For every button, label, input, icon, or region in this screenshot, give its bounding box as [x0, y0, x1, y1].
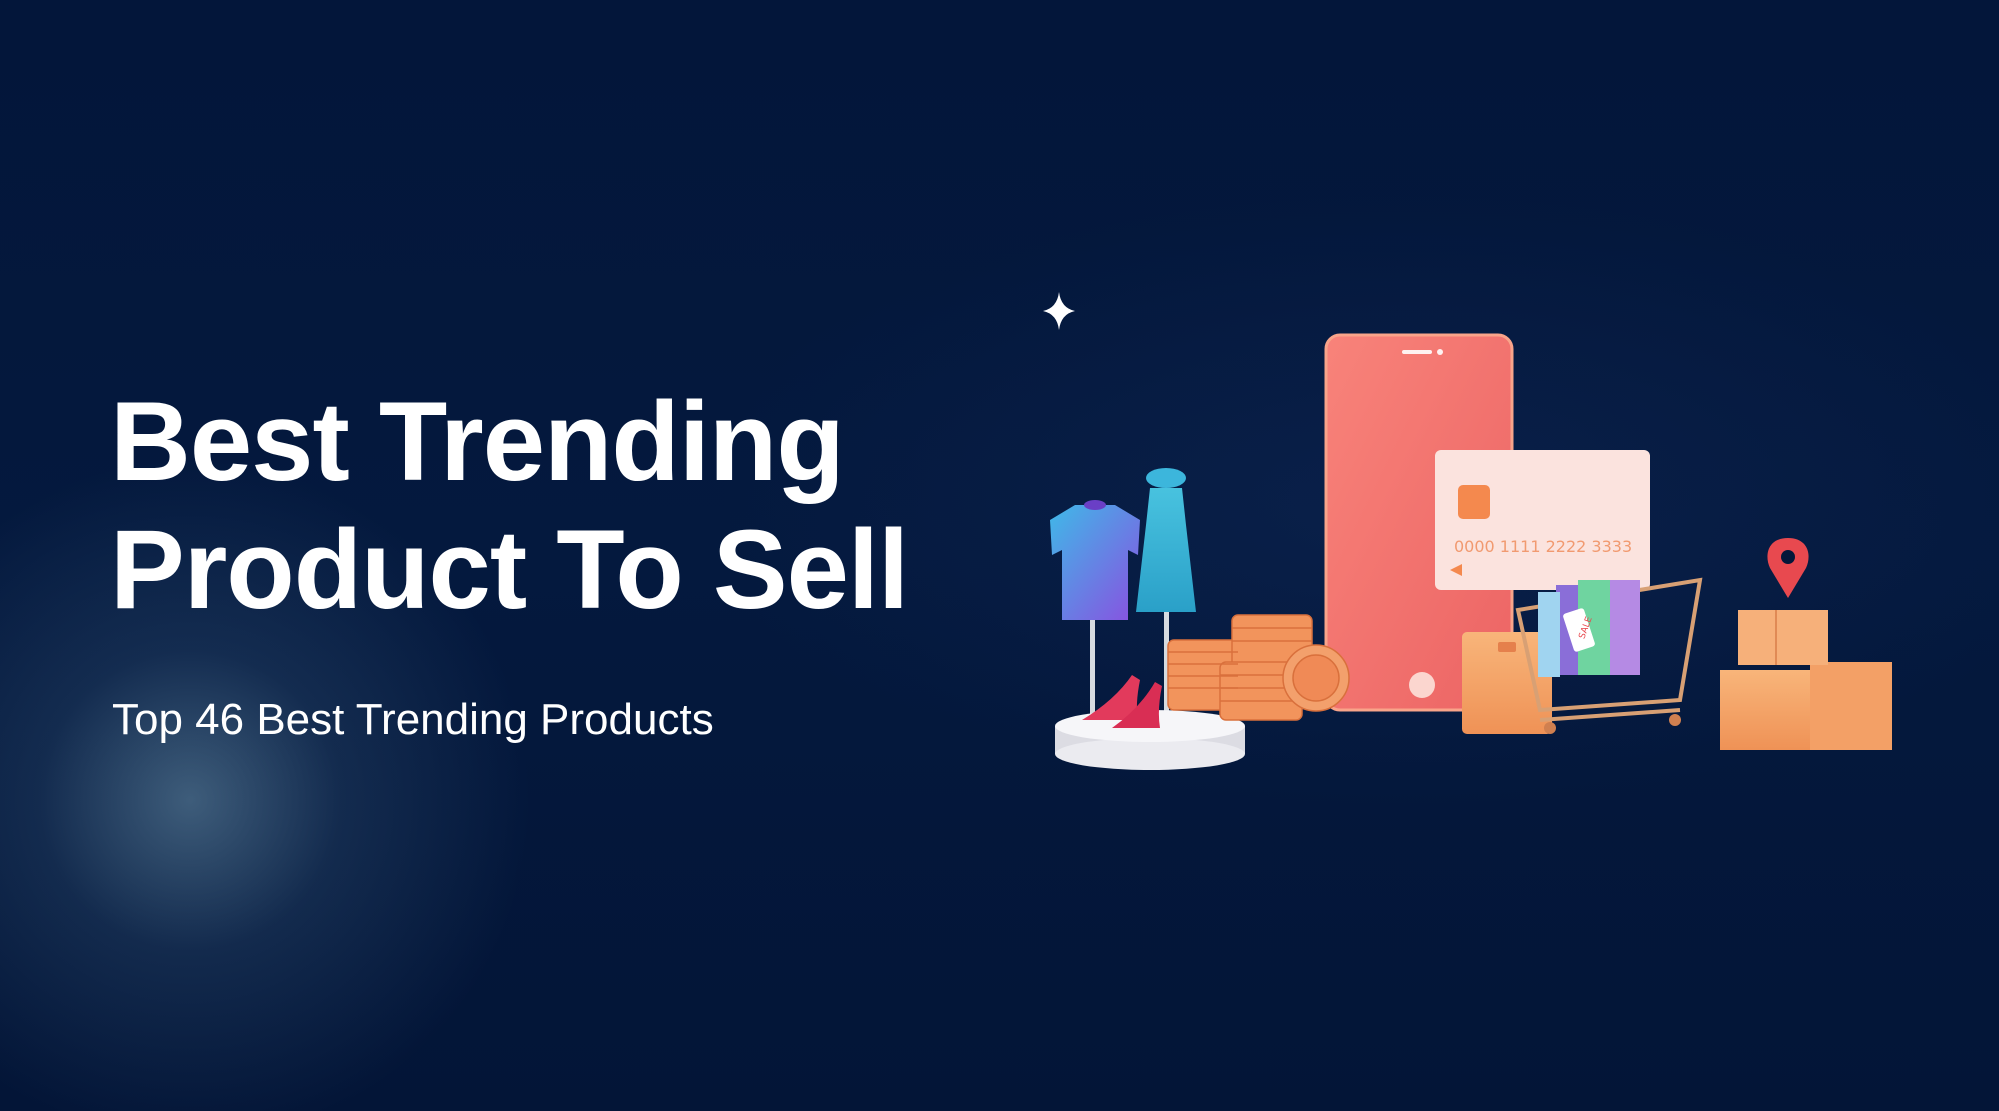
sparkle-icon — [1043, 292, 1075, 330]
ecommerce-illustration: 0000 1111 2222 3333 SALE — [1043, 292, 1892, 770]
credit-card: 0000 1111 2222 3333 — [1435, 450, 1650, 590]
hero-title-line-2: Product To Sell — [110, 507, 909, 632]
hero-title: Best Trending Product To Sell — [110, 378, 909, 634]
shopping-cart: SALE — [1515, 577, 1703, 734]
cardboard-boxes — [1720, 610, 1892, 750]
map-pin-icon — [1767, 538, 1809, 598]
card-number: 0000 1111 2222 3333 — [1454, 537, 1632, 556]
hero-title-line-1: Best Trending — [110, 379, 845, 504]
hero-subtitle: Top 46 Best Trending Products — [112, 695, 714, 744]
coin-stacks — [1167, 614, 1350, 721]
